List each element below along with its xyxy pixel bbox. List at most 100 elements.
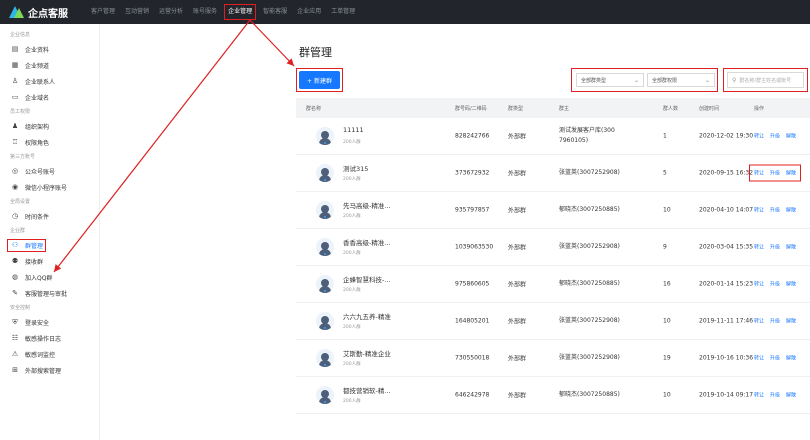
dissolve-link[interactable]: 解散 bbox=[786, 281, 796, 288]
sidebar-item-label: 组织架构 bbox=[25, 123, 50, 131]
created-time: 2020-01-14 15:23 bbox=[699, 280, 754, 288]
sidebar-item-label: 权限角色 bbox=[25, 139, 50, 147]
sidebar-item[interactable]: ◍ 加入QQ群 bbox=[0, 269, 99, 285]
sidebar-item[interactable]: ♙ 企业联系人 bbox=[0, 73, 99, 89]
group-owner-line: 郁晓杰(3007250885) bbox=[559, 391, 620, 398]
group-name[interactable]: 测试315 bbox=[343, 163, 368, 173]
dissolve-link[interactable]: 解散 bbox=[786, 244, 796, 251]
group-permission-select[interactable]: 全部群权限 ⌄ bbox=[647, 73, 715, 87]
sidebar-item[interactable]: ◎ 公众号账号 bbox=[0, 163, 99, 179]
member-count: 10 bbox=[663, 391, 671, 399]
topnav-item[interactable]: 智能客服 bbox=[258, 0, 292, 24]
avatar bbox=[316, 201, 334, 219]
upgrade-link[interactable]: 升级 bbox=[770, 318, 780, 325]
dissolve-link[interactable]: 解散 bbox=[786, 355, 796, 362]
table-row[interactable]: 香香高级-精准... 200人群 1039063530 外部群 张蓝英(30072529… bbox=[296, 229, 810, 266]
sidebar-item[interactable]: ⛨ 登录安全 bbox=[0, 314, 99, 330]
dissolve-link[interactable]: 解散 bbox=[786, 133, 796, 140]
app-logo[interactable]: 企点客服 bbox=[0, 5, 86, 20]
sidebar-item[interactable]: ⚠ 敏感词监控 bbox=[0, 346, 99, 362]
sidebar-item[interactable]: ▭ 企业域名 bbox=[0, 89, 99, 105]
page-title: 群管理 bbox=[299, 46, 332, 59]
sidebar-item[interactable]: ⚉ 接收群 bbox=[0, 253, 99, 269]
group-name[interactable]: 企蜂智慧科技-... bbox=[343, 274, 391, 284]
group-number: 935797857 bbox=[455, 206, 490, 214]
channel-icon: ▦ bbox=[11, 61, 19, 69]
group-number: 1039063530 bbox=[455, 243, 494, 251]
sidebar-item-label: 企业频道 bbox=[25, 62, 50, 70]
sidebar-item[interactable]: ♟ 组织架构 bbox=[0, 118, 99, 134]
dissolve-link[interactable]: 解散 bbox=[786, 318, 796, 325]
group-name[interactable]: 艾斯勤-精准企业 bbox=[343, 348, 391, 358]
table-header: 群名称 群号码/二维码 群类型 群主 群人数 创建时间 操作 bbox=[296, 98, 810, 118]
top-navigation-bar: 企点客服 客户管理 互动营销 运营分析 账号服务 企业管理 智能客服 企业应用 工单管理 bbox=[0, 0, 810, 24]
table-row[interactable]: 11111 200人群 828242766 外部群 测试发展客户库(300 7960105… bbox=[296, 118, 810, 155]
new-group-button[interactable]: + 新建群 bbox=[299, 71, 340, 89]
search-manage-icon: ⊞ bbox=[12, 366, 18, 374]
group-owner: 郁晓杰(3007250885) bbox=[559, 205, 620, 215]
upgrade-link[interactable]: 升级 bbox=[770, 244, 780, 251]
topnav-item[interactable]: 客户管理 bbox=[86, 0, 120, 24]
sidebar-item[interactable]: ✎ 客服管理与审批 bbox=[0, 285, 99, 301]
member-count: 9 bbox=[663, 243, 667, 251]
table-row[interactable]: 艾斯勤-精准企业 200人群 730550018 外部群 张蓝英(3007252908)… bbox=[296, 340, 810, 377]
table-row[interactable]: 企蜂智慧科技-... 200人群 975860605 外部群 郁晓杰(300725088… bbox=[296, 266, 810, 303]
transfer-link[interactable]: 转让 bbox=[754, 207, 764, 214]
upgrade-link[interactable]: 升级 bbox=[770, 133, 780, 140]
table-row[interactable]: 都技营销软-精... 200人群 646242978 外部群 郁晓杰(300725088… bbox=[296, 377, 810, 414]
sidebar-item-label: 公众号账号 bbox=[25, 168, 56, 176]
group-name[interactable]: 香香高级-精准... bbox=[343, 237, 391, 247]
sidebar-item[interactable]: ▦ 企业频道 bbox=[0, 57, 99, 73]
group-name[interactable]: 先马高级-精准... bbox=[343, 200, 391, 210]
avatar bbox=[316, 164, 334, 182]
group-permission-select-value: 全部群权限 bbox=[652, 77, 678, 84]
topnav-item[interactable]: 运营分析 bbox=[154, 0, 188, 24]
table-row[interactable]: 先马高级-精准... 200人群 935797857 外部群 郁晓杰(300725088… bbox=[296, 192, 810, 229]
group-name[interactable]: 都技营销软-精... bbox=[343, 385, 391, 395]
dissolve-link[interactable]: 解散 bbox=[786, 170, 796, 177]
sidebar-item[interactable]: ◷ 时间条件 bbox=[0, 208, 99, 224]
upgrade-link[interactable]: 升级 bbox=[770, 207, 780, 214]
dissolve-link[interactable]: 解散 bbox=[786, 392, 796, 399]
topnav-item[interactable]: 企业应用 bbox=[292, 0, 326, 24]
upgrade-link[interactable]: 升级 bbox=[770, 392, 780, 399]
status-dot bbox=[324, 142, 326, 144]
search-input[interactable]: ⚲ 群名称/群主姓名或账号 bbox=[727, 72, 804, 88]
sidebar-item[interactable]: ⚇ 群管理 bbox=[0, 237, 99, 253]
sidebar-item-label: 登录安全 bbox=[25, 319, 50, 327]
sidebar-item[interactable]: ☷ 敏感操作日志 bbox=[0, 330, 99, 346]
created-time: 2019-10-16 10:36 bbox=[699, 354, 754, 362]
group-name[interactable]: 六六九五养-精准 bbox=[343, 311, 391, 321]
upgrade-link[interactable]: 升级 bbox=[770, 355, 780, 362]
table-row[interactable]: 测试315 200人群 373672932 外部群 张蓝英(3007252908) 5 20… bbox=[296, 155, 810, 192]
transfer-link[interactable]: 转让 bbox=[754, 318, 764, 325]
topnav-item[interactable]: 企业管理 bbox=[224, 4, 257, 20]
upgrade-link[interactable]: 升级 bbox=[770, 281, 780, 288]
upgrade-link[interactable]: 升级 bbox=[770, 170, 780, 177]
transfer-link[interactable]: 转让 bbox=[754, 355, 764, 362]
group-size: 200人群 bbox=[343, 399, 361, 404]
sidebar-item[interactable]: ◉ 微信小程序账号 bbox=[0, 179, 99, 195]
dissolve-link[interactable]: 解散 bbox=[786, 207, 796, 214]
group-type: 外部群 bbox=[508, 244, 527, 252]
sidebar-item[interactable]: ♖ 权限角色 bbox=[0, 134, 99, 150]
group-type: 外部群 bbox=[508, 133, 527, 141]
main-content: 群管理 + 新建群 全部群类型 ⌄ 全部群权限 ⌄ ⚲ 群名称/群主姓名或账号 … bbox=[286, 24, 810, 440]
topnav-item[interactable]: 工单管理 bbox=[326, 0, 360, 24]
transfer-link[interactable]: 转让 bbox=[754, 133, 764, 140]
transfer-link[interactable]: 转让 bbox=[754, 170, 764, 177]
transfer-link[interactable]: 转让 bbox=[754, 392, 764, 399]
sidebar-item-label: 微信小程序账号 bbox=[25, 184, 68, 192]
transfer-link[interactable]: 转让 bbox=[754, 281, 764, 288]
approval-icon: ✎ bbox=[12, 289, 18, 297]
group-type-select[interactable]: 全部群类型 ⌄ bbox=[576, 73, 644, 87]
topnav-item[interactable]: 账号服务 bbox=[188, 0, 222, 24]
sidebar-item[interactable]: ▤ 企业资料 bbox=[0, 41, 99, 57]
transfer-link[interactable]: 转让 bbox=[754, 244, 764, 251]
row-actions-links: 转让 升级 解散 bbox=[754, 207, 796, 214]
group-name[interactable]: 11111 bbox=[343, 126, 364, 134]
sidebar-item[interactable]: ⊞ 外部搜索管理 bbox=[0, 362, 99, 378]
table-row[interactable]: 六六九五养-精准 200人群 164805201 外部群 张蓝英(3007252908)… bbox=[296, 303, 810, 340]
topnav-item[interactable]: 互动营销 bbox=[120, 0, 154, 24]
row-actions-links: 转让 升级 解散 bbox=[754, 170, 796, 177]
